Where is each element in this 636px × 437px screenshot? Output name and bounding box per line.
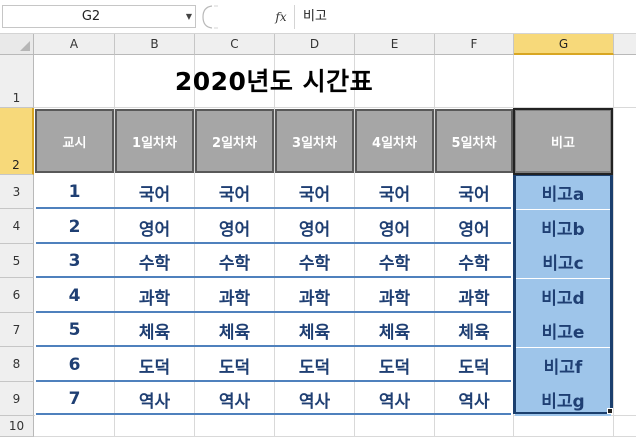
subject-cell[interactable]: 영어	[195, 210, 274, 244]
period-cell[interactable]: 7	[35, 382, 114, 416]
select-all-triangle-icon	[20, 41, 30, 51]
subject-cell[interactable]: 과학	[435, 279, 513, 313]
row-border	[36, 345, 511, 347]
subject-cell[interactable]: 국어	[435, 175, 513, 209]
period-cell[interactable]: 1	[35, 175, 114, 209]
subject-cell[interactable]: 과학	[275, 279, 354, 313]
subject-cell[interactable]: 수학	[355, 244, 434, 278]
subject-cell[interactable]: 영어	[275, 210, 354, 244]
period-cell[interactable]: 4	[35, 279, 114, 313]
row-header-2[interactable]: 2	[0, 108, 34, 175]
note-cell[interactable]: 비고c	[515, 244, 611, 278]
period-cell[interactable]: 5	[35, 313, 114, 347]
column-header-h[interactable]	[614, 34, 636, 55]
subject-cell[interactable]: 체육	[115, 313, 194, 347]
row-border	[36, 276, 511, 278]
subject-cell[interactable]: 체육	[355, 313, 434, 347]
subject-cell[interactable]: 국어	[195, 175, 274, 209]
period-cell[interactable]: 3	[35, 244, 114, 278]
sheet-title[interactable]: 2020년도 시간표	[34, 55, 514, 108]
subject-cell[interactable]: 역사	[275, 382, 354, 416]
subject-cell[interactable]: 도덕	[195, 348, 274, 382]
column-header-a[interactable]: A	[34, 34, 115, 55]
row-header-5[interactable]: 5	[0, 244, 34, 278]
period-cell[interactable]: 2	[35, 210, 114, 244]
subject-cell[interactable]: 국어	[275, 175, 354, 209]
column-header-c[interactable]: C	[195, 34, 275, 55]
subject-cell[interactable]: 수학	[195, 244, 274, 278]
header-cell[interactable]: 1일차차	[115, 109, 194, 173]
subject-cell[interactable]: 체육	[275, 313, 354, 347]
formula-bar: G2 ▼ fx 비고	[0, 0, 636, 34]
subject-cell[interactable]: 역사	[115, 382, 194, 416]
subject-cell[interactable]: 국어	[115, 175, 194, 209]
row-header-4[interactable]: 4	[0, 209, 34, 244]
name-box[interactable]: G2 ▼	[2, 5, 196, 28]
note-cell[interactable]: 비고e	[515, 313, 611, 347]
subject-cell[interactable]: 과학	[115, 279, 194, 313]
row-header-10[interactable]: 10	[0, 416, 34, 437]
row-header-1[interactable]: 1	[0, 55, 34, 108]
formula-bar-splitter-icon[interactable]	[200, 5, 218, 29]
subject-cell[interactable]: 과학	[195, 279, 274, 313]
select-all-button[interactable]	[0, 34, 34, 55]
note-cell[interactable]: 비고f	[515, 348, 611, 382]
row-border	[36, 311, 511, 313]
row-border	[36, 413, 511, 415]
subject-cell[interactable]: 역사	[435, 382, 513, 416]
row-border	[36, 207, 511, 209]
note-cell[interactable]: 비고d	[515, 279, 611, 313]
subject-cell[interactable]: 국어	[355, 175, 434, 209]
subject-cell[interactable]: 수학	[275, 244, 354, 278]
subject-cell[interactable]: 영어	[115, 210, 194, 244]
row-header-6[interactable]: 6	[0, 278, 34, 313]
note-cell[interactable]: 비고a	[515, 175, 611, 209]
chevron-down-icon[interactable]: ▼	[183, 6, 195, 27]
formula-input-value: 비고	[303, 9, 327, 24]
name-box-value: G2	[81, 9, 101, 24]
subject-cell[interactable]: 영어	[355, 210, 434, 244]
column-header-g[interactable]: G	[514, 34, 614, 55]
row-header-8[interactable]: 8	[0, 347, 34, 382]
note-cell[interactable]: 비고g	[515, 382, 611, 416]
row-header-3[interactable]: 3	[0, 175, 34, 209]
header-cell-note[interactable]: 비고	[514, 109, 612, 173]
insert-function-icon[interactable]: fx	[273, 7, 289, 27]
row-border	[36, 380, 511, 382]
subject-cell[interactable]: 역사	[195, 382, 274, 416]
subject-cell[interactable]: 과학	[355, 279, 434, 313]
formula-input[interactable]: 비고	[294, 5, 636, 29]
row-header-9[interactable]: 9	[0, 382, 34, 416]
subject-cell[interactable]: 체육	[435, 313, 513, 347]
column-header-d[interactable]: D	[275, 34, 355, 55]
column-header-f[interactable]: F	[435, 34, 514, 55]
row-border	[36, 242, 511, 244]
column-header-b[interactable]: B	[115, 34, 195, 55]
subject-cell[interactable]: 도덕	[115, 348, 194, 382]
subject-cell[interactable]: 체육	[195, 313, 274, 347]
column-header-e[interactable]: E	[355, 34, 435, 55]
header-cell[interactable]: 5일차차	[435, 109, 513, 173]
row-header-7[interactable]: 7	[0, 313, 34, 347]
header-cell[interactable]: 교시	[35, 109, 114, 173]
subject-cell[interactable]: 도덕	[275, 348, 354, 382]
header-cell[interactable]: 3일차차	[275, 109, 354, 173]
subject-cell[interactable]: 수학	[435, 244, 513, 278]
subject-cell[interactable]: 역사	[355, 382, 434, 416]
period-cell[interactable]: 6	[35, 348, 114, 382]
spreadsheet-grid: A B C D E F G 1 2 3 4 5 6 7 8 9 10 2020년…	[0, 34, 636, 437]
note-cell[interactable]: 비고b	[515, 210, 611, 244]
subject-cell[interactable]: 도덕	[435, 348, 513, 382]
subject-cell[interactable]: 도덕	[355, 348, 434, 382]
subject-cell[interactable]: 수학	[115, 244, 194, 278]
subject-cell[interactable]: 영어	[435, 210, 513, 244]
fill-handle[interactable]	[607, 408, 613, 414]
header-cell[interactable]: 2일차차	[195, 109, 274, 173]
header-cell[interactable]: 4일차차	[355, 109, 434, 173]
gridline	[613, 55, 614, 437]
